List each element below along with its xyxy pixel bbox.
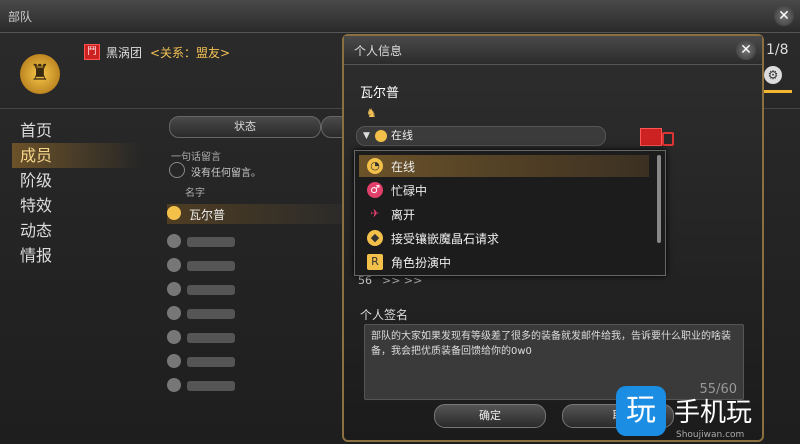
fc-relation: <关系：盟友> (150, 46, 231, 60)
offline-icon (167, 258, 181, 272)
member-row[interactable] (167, 328, 347, 348)
status-current: 在线 (391, 129, 413, 142)
progress-bar (762, 90, 792, 93)
member-row[interactable] (167, 304, 347, 324)
member-count: 1/8 (766, 42, 789, 58)
blurred-name (187, 237, 235, 247)
status-select[interactable]: ▼ 在线 (356, 126, 606, 146)
offline-icon (167, 354, 181, 368)
member-row[interactable] (167, 280, 347, 300)
sidebar-item-info[interactable]: 情报 (12, 243, 142, 268)
online-icon (375, 130, 387, 142)
blurred-name (187, 381, 235, 391)
option-label: 角色扮演中 (391, 256, 452, 270)
status-dropdown: ◔ 在线 ♂ 忙碌中 ✈ 离开 ◆ 接受镶嵌魔晶石请求 R 角色扮演中 (354, 150, 666, 276)
signature-text: 部队的大家如果发现有等级差了很多的装备就发邮件给我，告诉要什么职业的啥装备，我会… (371, 331, 731, 357)
option-label: 离开 (391, 208, 416, 222)
fc-emblem-icon: ♜ (20, 54, 60, 94)
fc-badge-icon (640, 128, 662, 146)
watermark-url: Shoujiwan.com (676, 430, 745, 440)
sidebar-item-home[interactable]: 首页 (12, 118, 142, 143)
member-row[interactable] (167, 256, 347, 276)
window-titlebar: 部队 ✕ (0, 0, 800, 33)
job-icon: ♞ (366, 106, 377, 120)
status-option-away[interactable]: ✈ 离开 (359, 203, 649, 225)
status-option-busy[interactable]: ♂ 忙碌中 (359, 179, 649, 201)
fc-badge-icon: 鬥 (84, 44, 100, 60)
shield-icon (662, 132, 674, 146)
chevron-down-icon: ▼ (363, 131, 370, 141)
offline-icon (167, 234, 181, 248)
blurred-name (187, 285, 235, 295)
tab-status[interactable]: 状态 (169, 116, 321, 138)
offline-icon (167, 282, 181, 296)
dialog-titlebar: 个人信息 ✕ (344, 36, 762, 65)
sidebar-item-activity[interactable]: 动态 (12, 218, 142, 243)
member-row-selected[interactable]: 瓦尔普 (167, 204, 347, 224)
signature-label: 个人签名 (360, 308, 409, 322)
watermark-logo: 玩 (616, 386, 666, 436)
fc-name: 黑涡团 (106, 46, 143, 60)
settings-icon[interactable]: ⚙ (764, 66, 782, 84)
member-row[interactable] (167, 232, 347, 252)
scrollbar[interactable] (657, 155, 661, 243)
blurred-name (187, 357, 235, 367)
offline-icon (167, 378, 181, 392)
sidebar-item-ranks[interactable]: 阶级 (12, 168, 142, 193)
roleplay-icon: R (367, 254, 383, 270)
blurred-name (187, 309, 235, 319)
status-option-online[interactable]: ◔ 在线 (359, 155, 649, 177)
online-icon (167, 206, 181, 220)
offline-icon (167, 330, 181, 344)
option-label: 在线 (391, 160, 416, 174)
window-title: 部队 (8, 10, 33, 24)
member-name: 瓦尔普 (189, 208, 226, 222)
close-icon[interactable]: ✕ (774, 6, 794, 26)
message-text: 没有任何留言。 (191, 168, 261, 179)
member-list-panel: 状态 一句话留言 没有任何留言。 名字 瓦尔普 (155, 112, 355, 432)
blurred-name (187, 333, 235, 343)
player-name: 瓦尔普 (360, 86, 400, 101)
member-row[interactable] (167, 376, 347, 396)
status-option-materia[interactable]: ◆ 接受镶嵌魔晶石请求 (359, 227, 649, 249)
name-header: 名字 (185, 188, 205, 199)
member-row[interactable] (167, 352, 347, 372)
status-option-roleplay[interactable]: R 角色扮演中 (359, 251, 649, 273)
edit-icon[interactable] (169, 162, 185, 178)
online-icon: ◔ (367, 158, 383, 174)
away-icon: ✈ (370, 207, 380, 220)
sidebar-item-members[interactable]: 成员 (12, 143, 142, 168)
offline-icon (167, 306, 181, 320)
sidebar-item-actions[interactable]: 特效 (12, 193, 142, 218)
close-icon[interactable]: ✕ (736, 40, 756, 60)
materia-icon: ◆ (367, 230, 383, 246)
ok-button[interactable]: 确定 (434, 404, 546, 428)
dialog-title: 个人信息 (354, 44, 403, 58)
watermark: 玩 手机玩 Shoujiwan.com (612, 380, 800, 444)
sidebar: 首页 成员 阶级 特效 动态 情报 (12, 118, 142, 268)
option-label: 忙碌中 (391, 184, 428, 198)
message-header: 一句话留言 (171, 152, 221, 163)
option-label: 接受镶嵌魔晶石请求 (391, 232, 500, 246)
busy-icon: ♂ (367, 182, 383, 198)
watermark-text: 手机玩 (674, 398, 753, 428)
blurred-name (187, 261, 235, 271)
